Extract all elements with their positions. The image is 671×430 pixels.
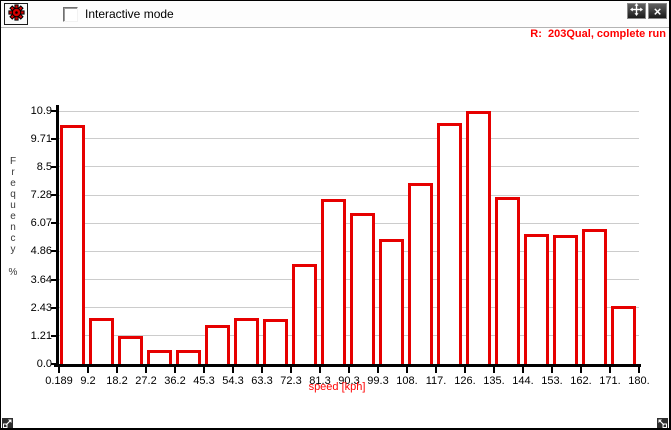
x-axis-tick — [203, 367, 205, 373]
gridline — [59, 166, 639, 167]
y-axis-tick — [51, 222, 56, 224]
histogram-bar — [60, 125, 85, 364]
y-tick-label: 0.0 — [12, 358, 52, 370]
histogram-plot: 10.99.718.57.286.074.863.642.431.210.00.… — [59, 111, 639, 364]
y-tick-label: 7.28 — [12, 189, 52, 201]
histogram-bar — [582, 229, 607, 364]
resize-grip-bottom-left[interactable] — [2, 416, 13, 427]
histogram-bar — [553, 235, 578, 364]
histogram-window: Interactive mode × R: 203Qual — [0, 0, 671, 430]
move-arrows-icon — [630, 3, 643, 19]
histogram-bar — [147, 350, 172, 364]
run-title: R: 203Qual, complete run — [530, 28, 666, 40]
x-axis-tick — [87, 367, 89, 373]
settings-button[interactable] — [4, 3, 28, 25]
y-tick-label: 4.86 — [12, 245, 52, 257]
histogram-bar — [466, 111, 491, 364]
gridline — [59, 307, 639, 308]
x-axis-title: speed [kph] — [287, 381, 387, 393]
histogram-bar — [379, 239, 404, 364]
y-tick-label: 3.64 — [12, 274, 52, 286]
histogram-bar — [118, 336, 143, 364]
gridline — [59, 111, 639, 112]
histogram-bar — [292, 264, 317, 364]
x-axis-tick — [348, 367, 350, 373]
interactive-mode-label: Interactive mode — [85, 7, 174, 21]
y-axis-tick — [51, 279, 56, 281]
interactive-mode-checkbox[interactable] — [63, 7, 78, 22]
close-button[interactable]: × — [648, 3, 667, 19]
gear-icon — [8, 4, 25, 24]
gridline — [59, 195, 639, 196]
x-axis-tick — [290, 367, 292, 373]
histogram-bar — [495, 197, 520, 364]
y-axis-tick — [51, 166, 56, 168]
histogram-bar — [263, 319, 288, 364]
move-button[interactable] — [627, 3, 646, 19]
resize-grip-bottom-right[interactable] — [657, 416, 668, 427]
histogram-bar — [524, 234, 549, 364]
x-axis-tick — [522, 367, 524, 373]
histogram-bar — [176, 350, 201, 364]
x-tick-label: 180. — [618, 375, 660, 387]
y-tick-label: 10.9 — [12, 105, 52, 117]
x-axis-tick — [580, 367, 582, 373]
y-tick-label: 2.43 — [12, 302, 52, 314]
x-axis-tick — [493, 367, 495, 373]
histogram-bar — [611, 306, 636, 364]
y-axis-tick — [51, 250, 56, 252]
x-axis-tick — [116, 367, 118, 373]
y-axis-tick — [51, 307, 56, 309]
y-axis-tick — [51, 110, 56, 112]
y-tick-label: 9.71 — [12, 133, 52, 145]
y-tick-label: 1.21 — [12, 330, 52, 342]
x-axis-tick — [174, 367, 176, 373]
x-axis-tick — [232, 367, 234, 373]
x-axis-tick — [58, 367, 60, 373]
y-tick-label: 8.5 — [12, 161, 52, 173]
y-axis-tick — [51, 138, 56, 140]
y-axis-tick — [51, 335, 56, 337]
interactive-mode-control[interactable]: Interactive mode — [63, 1, 174, 27]
y-axis-line — [56, 105, 59, 367]
gridline — [59, 138, 639, 139]
x-axis-tick — [377, 367, 379, 373]
gridline — [59, 279, 639, 280]
gridline — [59, 223, 639, 224]
y-axis-tick — [51, 194, 56, 196]
histogram-bar — [89, 318, 114, 364]
y-axis-tick — [51, 363, 56, 365]
x-axis-tick — [319, 367, 321, 373]
x-axis-tick — [261, 367, 263, 373]
histogram-bar — [437, 123, 462, 364]
gridline — [59, 251, 639, 252]
x-axis-tick — [406, 367, 408, 373]
x-axis-tick — [609, 367, 611, 373]
x-axis-tick — [551, 367, 553, 373]
histogram-bar — [408, 183, 433, 364]
histogram-bar — [205, 325, 230, 364]
gridline — [59, 335, 639, 336]
histogram-bar — [234, 318, 259, 364]
x-axis-tick — [435, 367, 437, 373]
toolbar: Interactive mode × — [1, 1, 669, 28]
x-axis-tick — [638, 367, 640, 373]
close-icon: × — [654, 5, 662, 18]
y-tick-label: 6.07 — [12, 217, 52, 229]
x-axis-tick — [145, 367, 147, 373]
histogram-bar — [321, 199, 346, 364]
histogram-bar — [350, 213, 375, 364]
x-axis-tick — [464, 367, 466, 373]
